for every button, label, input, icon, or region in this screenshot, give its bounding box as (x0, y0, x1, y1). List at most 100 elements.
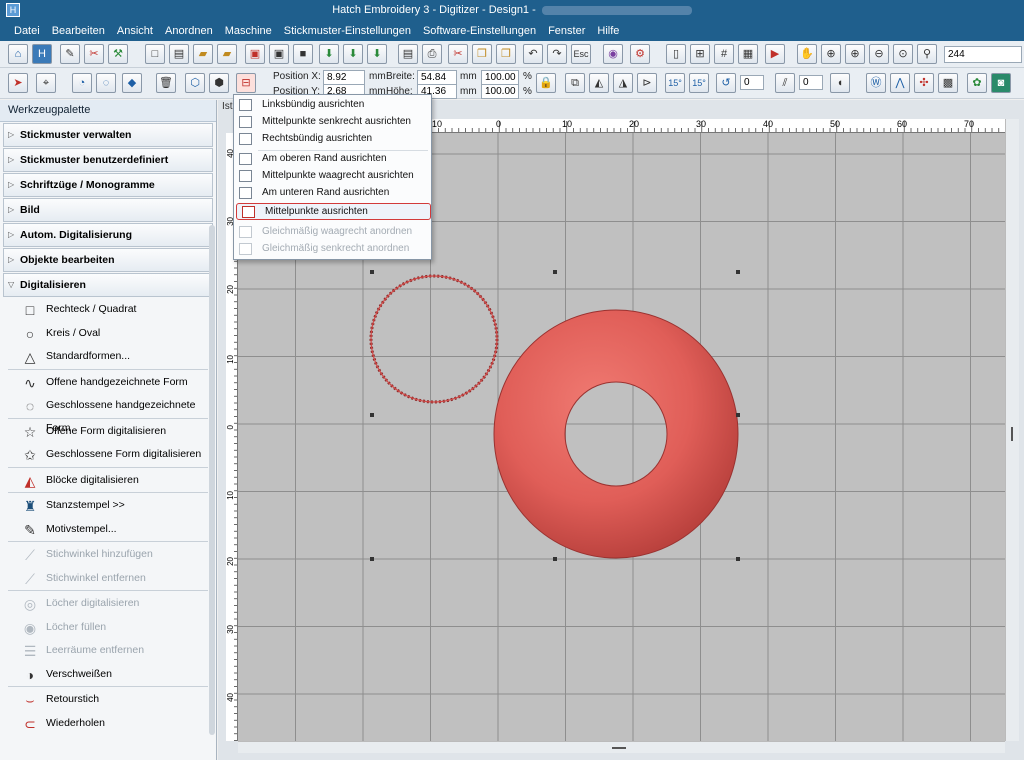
show-3d-icon[interactable]: ◉ (603, 44, 623, 64)
menu-item-align-bottom[interactable]: Am unteren Rand ausrichten (234, 185, 431, 202)
flip-h-icon[interactable]: ◮ (613, 73, 633, 93)
slant-icon[interactable]: ⫽ (775, 73, 795, 93)
mirror-v-icon[interactable]: ◭ (589, 73, 609, 93)
zoom-box-icon[interactable]: ⊕ (821, 44, 841, 64)
open-recent-icon[interactable]: ▰ (217, 44, 237, 64)
rotate-icon[interactable]: ↺ (716, 73, 736, 93)
selection-handle[interactable] (736, 413, 740, 417)
select-tool-icon[interactable]: ✎ (60, 44, 80, 64)
horizontal-scrollbar[interactable] (238, 741, 1005, 753)
redo-icon[interactable]: ↷ (547, 44, 567, 64)
export-machine-icon[interactable]: ⬇ (319, 44, 339, 64)
menu-item-align-top[interactable]: Am oberen Rand ausrichten (234, 151, 431, 168)
selection-handle[interactable] (736, 557, 740, 561)
ungroup-icon[interactable]: ⬢ (209, 73, 229, 93)
tool-remove-angle[interactable]: ⟋ Stichwinkel entfernen (0, 567, 216, 591)
usb-icon[interactable]: ⬇ (367, 44, 387, 64)
selection-handle[interactable] (736, 270, 740, 274)
zoom-fit-icon[interactable]: ⊙ (893, 44, 913, 64)
tools-icon[interactable]: ⚒ (108, 44, 128, 64)
tool-closed-shape[interactable]: ✩ Geschlossene Form digitalisieren (0, 443, 216, 467)
menu-ansicht[interactable]: Ansicht (111, 25, 159, 37)
select-arrow-icon[interactable]: ➤ (8, 73, 28, 93)
section-stickmuster-anpassen[interactable]: Stickmuster benutzerdefiniert anpassen (3, 148, 213, 188)
color-icon[interactable]: ◙ (991, 73, 1011, 93)
print-icon[interactable]: ⎙ (422, 44, 442, 64)
home-icon[interactable]: ⌂ (8, 44, 28, 64)
tool-remove-gaps[interactable]: ☰ Leerräume entfernen (0, 639, 216, 663)
zoom-select-icon[interactable]: ⚲ (917, 44, 937, 64)
menu-item-align-center-horizontal[interactable]: Mittelpunkte waagrecht ausrichten (234, 168, 431, 185)
width-field[interactable]: 54.84 (417, 70, 457, 85)
menu-item-align-centers[interactable]: Mittelpunkte ausrichten (236, 203, 431, 220)
tool-open-freehand[interactable]: ∿ Offene handgezeichnete Form (0, 371, 216, 395)
menu-item-distribute-vertical[interactable]: Gleichmäßig senkrecht anordnen (234, 241, 431, 258)
tool-blocks[interactable]: ◭ Blöcke digitalisieren (0, 469, 216, 493)
menu-hilfe[interactable]: Hilfe (591, 25, 625, 37)
selection-handle[interactable] (370, 270, 374, 274)
zoom-out-icon[interactable]: ⊖ (869, 44, 889, 64)
grid-dots-icon[interactable]: ⊞ (690, 44, 710, 64)
tool-standard-shapes[interactable]: △ Standardformen... (0, 345, 216, 369)
cut-icon[interactable]: ✂ (448, 44, 468, 64)
scroll-grip[interactable] (612, 747, 626, 749)
menu-item-align-right[interactable]: Rechtsbündig ausrichten (234, 131, 431, 148)
menu-datei[interactable]: Datei (8, 25, 46, 37)
selection-handle[interactable] (553, 270, 557, 274)
section-schriftzuege[interactable]: Schriftzüge / Monogramme (3, 173, 213, 197)
layers-icon[interactable]: ◆ (122, 73, 142, 93)
slant-angle-field[interactable]: 0 (799, 75, 823, 90)
paste-icon[interactable]: ❐ (496, 44, 516, 64)
tool-rectangle[interactable]: □ Rechteck / Quadrat (0, 298, 216, 322)
reshape-icon[interactable]: ⌖ (36, 73, 56, 93)
vertical-scrollbar[interactable] (1005, 119, 1019, 741)
mirror-h-icon[interactable]: ⧉ (565, 73, 585, 93)
menu-item-align-center-vertical[interactable]: Mittelpunkte senkrecht ausrichten (234, 114, 431, 131)
palette-scrollbar[interactable] (209, 225, 215, 735)
flip-v-icon[interactable]: ⊳ (637, 73, 657, 93)
menu-maschine[interactable]: Maschine (219, 25, 278, 37)
tool-repeat[interactable]: ⊂ Wiederholen (0, 712, 216, 736)
menu-item-align-left[interactable]: Linksbündig ausrichten (234, 97, 431, 114)
copy-icon[interactable]: ❐ (472, 44, 492, 64)
lock-proportions-icon[interactable]: 🔒 (536, 73, 556, 93)
tool-holes[interactable]: ◎ Löcher digitalisieren (0, 592, 216, 616)
fill-stitch-icon[interactable]: ✣ (914, 73, 934, 93)
esc-button[interactable]: Esc (571, 44, 591, 64)
grid-icon[interactable]: # (714, 44, 734, 64)
rotate-angle-field[interactable]: 0 (740, 75, 764, 90)
menu-anordnen[interactable]: Anordnen (159, 25, 219, 37)
save-icon[interactable]: ■ (293, 44, 313, 64)
tool-motif-stamp[interactable]: ✎ Motivstempel... (0, 518, 216, 542)
section-objekte-bearbeiten[interactable]: Objekte bearbeiten (3, 248, 213, 272)
group-icon[interactable]: ⬡ (185, 73, 205, 93)
scroll-grip[interactable] (1011, 427, 1013, 441)
print-preview-icon[interactable]: ▤ (398, 44, 418, 64)
section-bild[interactable]: Bild (3, 198, 213, 222)
menu-bearbeiten[interactable]: Bearbeiten (46, 25, 111, 37)
menu-fenster[interactable]: Fenster (542, 25, 591, 37)
tool-closed-freehand[interactable]: ◌ Geschlossene handgezeichnete Form (0, 394, 216, 434)
show-stitches-icon[interactable]: ⚙ (630, 44, 650, 64)
section-digitalisieren[interactable]: Digitalisieren (3, 273, 213, 297)
delete-icon[interactable]: 🗑 (156, 73, 176, 93)
zoom-input[interactable]: 244 (944, 46, 1022, 63)
hoop-icon[interactable]: ▯ (666, 44, 686, 64)
selection-handle[interactable] (370, 557, 374, 561)
menu-software-einstellungen[interactable]: Software-Einstellungen (417, 25, 542, 37)
tool-add-angle[interactable]: ⟋ Stichwinkel hinzufügen (0, 543, 216, 567)
shape-fill-icon[interactable]: ◔ (72, 73, 92, 93)
zoom-in-icon[interactable]: ⊕ (845, 44, 865, 64)
menu-stickmuster-einstellungen[interactable]: Stickmuster-Einstellungen (278, 25, 417, 37)
tool-backtrack[interactable]: ⌣ Retourstich (0, 688, 216, 712)
scale-height-field[interactable]: 100.00 (481, 84, 519, 99)
tool-fill-holes[interactable]: ◉ Löcher füllen (0, 616, 216, 640)
rotate-left-15-button[interactable]: 15° (665, 73, 685, 93)
section-stickmuster-verwalten[interactable]: Stickmuster verwalten (3, 123, 213, 147)
import-icon[interactable]: ▣ (245, 44, 265, 64)
tool-stamp[interactable]: ♜ Stanzstempel >> (0, 494, 216, 518)
tool-circle[interactable]: ○ Kreis / Oval (0, 322, 216, 346)
satin-icon[interactable]: ⋀ (890, 73, 910, 93)
tool-open-shape[interactable]: ☆ Offene Form digitalisieren (0, 420, 216, 444)
open-folder-icon[interactable]: ▰ (193, 44, 213, 64)
